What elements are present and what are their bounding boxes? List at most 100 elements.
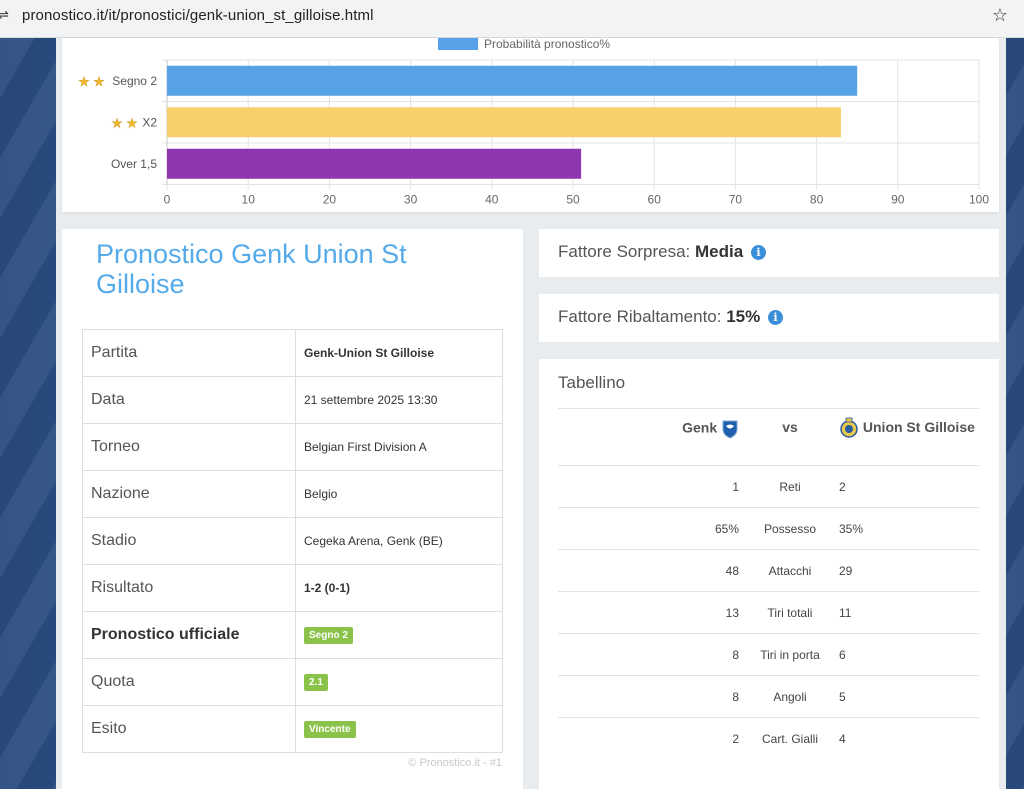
home-team-name: Genk [682,419,718,436]
star-icon: ★ [111,116,123,131]
stats-table: Genk vs Union St Gilloise 1 Reti 2 65% P… [558,408,979,760]
row-value: Genk-Union St Gilloise [295,329,503,377]
genk-crest-icon [722,420,738,439]
home-stat: 48 [558,549,741,592]
x-tick-label: 60 [648,193,662,207]
table-row: Data 21 settembre 2025 13:30 [82,376,503,424]
stat-label: Reti [741,465,839,508]
tabellino-title: Tabellino [558,373,626,392]
row-value: Belgian First Division A [295,423,503,471]
star-icon: ★ [78,75,90,90]
reversal-factor: Fattore Ribaltamento: 15% i [558,307,783,327]
row-value: Belgio [295,470,503,518]
x-tick-label: 90 [891,193,905,207]
bar-1 [167,107,841,138]
reversal-factor-card: Fattore Ribaltamento: 15% i [539,294,999,342]
x-tick-label: 50 [566,193,580,207]
page-title: Pronostico Genk Union St Gilloise [96,239,407,299]
table-row: 48 Attacchi 29 [558,549,979,592]
away-stat: 11 [839,591,979,634]
stat-label: Possesso [741,507,839,550]
bar-0 [167,65,858,96]
star-icon: ★ [93,75,105,90]
table-row: Quota 2.1 [82,658,503,706]
url-text[interactable]: pronostico.it/it/pronostici/genk-union_s… [22,7,374,24]
copyright-text: © Pronostico.it - #1 [408,757,502,769]
away-stat: 35% [839,507,979,550]
reversal-label: Fattore Ribaltamento: [558,307,722,326]
probability-chart-card: Probabilità pronostico% 0 10 20 30 40 50 60 70 80… [62,38,999,212]
stats-header-row: Genk vs Union St Gilloise [558,408,979,466]
surprise-value: Media [695,242,744,261]
stat-label: Attacchi [741,549,839,592]
probability-chart: Probabilità pronostico% 0 10 20 30 40 50 60 70 80… [78,38,989,207]
legend-swatch [438,38,478,50]
row-label: Esito [82,705,296,753]
home-stat: 65% [558,507,741,550]
row-value: Segno 2 [295,611,503,659]
x-tick-label: 80 [810,193,824,207]
y-tick-label: Segno 2 [112,74,157,88]
table-row: 65% Possesso 35% [558,507,979,550]
table-row: Torneo Belgian First Division A [82,423,503,471]
stat-label: Tiri in porta [741,633,839,676]
match-info-card: Pronostico Genk Union St Gilloise Partit… [62,229,523,789]
table-row: Partita Genk-Union St Gilloise [82,329,503,377]
surprise-factor: Fattore Sorpresa: Media i [558,242,766,262]
row-label: Data [82,376,296,424]
bar-2 [167,148,582,179]
x-tick-label: 10 [242,193,256,207]
table-row: Esito Vincente [82,705,503,753]
table-row: Nazione Belgio [82,470,503,518]
row-label: Pronostico ufficiale [82,611,296,659]
odds-badge: 2.1 [304,673,328,691]
table-row: Risultato 1-2 (0-1) [82,564,503,612]
row-label: Quota [82,658,296,706]
x-tick-label: 30 [404,193,418,207]
site-settings-icon[interactable]: ⇌ [0,8,10,22]
stat-label: Tiri totali [741,591,839,634]
home-stat: 1 [558,465,741,508]
surprise-factor-card: Fattore Sorpresa: Media i [539,229,999,277]
bookmark-star-icon[interactable]: ☆ [992,5,1008,26]
table-row: 2 Cart. Gialli 4 [558,717,979,760]
stat-label: Angoli [741,675,839,718]
reversal-value: 15% [726,307,761,326]
y-tick-label: X2 [142,115,157,129]
away-team-name: Union St Gilloise [862,419,975,435]
away-stat: 6 [839,633,979,676]
row-label: Torneo [82,423,296,471]
x-tick-label: 40 [485,193,499,207]
table-row: 1 Reti 2 [558,465,979,508]
outcome-badge: Vincente [304,720,356,738]
row-value: 21 settembre 2025 13:30 [295,376,503,424]
away-stat: 2 [839,465,979,508]
legend-label: Probabilità pronostico% [484,38,610,51]
x-tick-label: 100 [969,193,989,207]
table-row: 8 Tiri in porta 6 [558,633,979,676]
stat-label: Cart. Gialli [741,717,839,760]
browser-address-bar: ⇌ pronostico.it/it/pronostici/genk-union… [0,0,1024,38]
row-label: Stadio [82,517,296,565]
home-stat: 13 [558,591,741,634]
row-value: Cegeka Arena, Genk (BE) [295,517,503,565]
info-icon[interactable]: i [750,245,766,260]
x-tick-label: 0 [164,193,171,207]
vs-label: vs [741,408,839,466]
away-stat: 29 [839,549,979,592]
x-tick-label: 70 [729,193,743,207]
info-icon[interactable]: i [767,310,783,325]
table-row: 8 Angoli 5 [558,675,979,718]
table-row: 13 Tiri totali 11 [558,591,979,634]
star-icon: ★ [126,116,138,131]
row-value: Vincente [295,705,503,753]
row-label: Partita [82,329,296,377]
match-info-table: Partita Genk-Union St Gilloise Data 21 s… [82,329,503,753]
away-stat: 5 [839,675,979,718]
union-sg-crest-icon [840,417,858,439]
home-stat: 8 [558,633,741,676]
tabellino-card: Tabellino Genk vs Union St Gilloise 1 Re… [539,359,999,789]
away-team: Union St Gilloise [839,408,979,466]
row-label: Nazione [82,470,296,518]
y-tick-label: Over 1,5 [111,157,157,171]
